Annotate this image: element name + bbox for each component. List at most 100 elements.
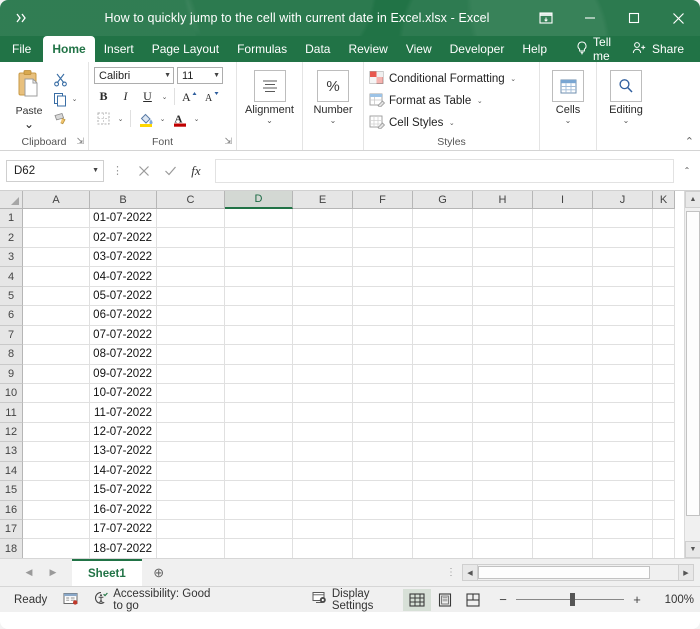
cell-F13[interactable] [353,442,413,461]
shrink-font-button[interactable]: A [202,87,221,106]
cell-E7[interactable] [293,326,353,345]
cell-D8[interactable] [225,345,293,364]
cell-B3[interactable]: 03-07-2022 [90,248,157,267]
cell-C11[interactable] [157,403,225,422]
cell-A18[interactable] [23,539,90,558]
horizontal-scroll-thumb[interactable] [478,566,650,579]
column-header-h[interactable]: H [473,191,533,209]
row-header-17[interactable]: 17 [0,520,23,539]
cell-E8[interactable] [293,345,353,364]
tab-help[interactable]: Help [513,36,556,62]
font-size-combo[interactable]: 11 ▼ [177,67,223,84]
tell-me-box[interactable]: Tell me [570,36,626,62]
column-header-i[interactable]: I [533,191,593,209]
cell-E15[interactable] [293,481,353,500]
format-as-table-caret[interactable]: ⌄ [475,97,484,105]
cell-J12[interactable] [593,423,653,442]
cell-J3[interactable] [593,248,653,267]
tab-formulas[interactable]: Formulas [228,36,296,62]
cell-B6[interactable]: 06-07-2022 [90,306,157,325]
cell-K13[interactable] [653,442,675,461]
cell-F4[interactable] [353,267,413,286]
cell-I9[interactable] [533,365,593,384]
cell-D16[interactable] [225,501,293,520]
cell-F12[interactable] [353,423,413,442]
cell-B18[interactable]: 18-07-2022 [90,539,157,558]
cell-A5[interactable] [23,287,90,306]
cell-H9[interactable] [473,365,533,384]
zoom-slider-track[interactable] [516,599,624,600]
fill-color-caret[interactable]: ⌄ [158,115,167,123]
cell-C6[interactable] [157,306,225,325]
tab-home[interactable]: Home [43,36,94,62]
row-header-16[interactable]: 16 [0,501,23,520]
cell-J7[interactable] [593,326,653,345]
cell-E18[interactable] [293,539,353,558]
cell-E2[interactable] [293,228,353,247]
cell-G16[interactable] [413,501,473,520]
cell-F8[interactable] [353,345,413,364]
number-button[interactable]: % Number ⌄ [307,67,359,125]
enter-check-icon[interactable] [157,160,183,182]
cell-I3[interactable] [533,248,593,267]
cell-H7[interactable] [473,326,533,345]
cell-J17[interactable] [593,520,653,539]
zoom-slider-thumb[interactable] [570,593,575,606]
cell-C5[interactable] [157,287,225,306]
row-header-1[interactable]: 1 [0,209,23,228]
scroll-left-arrow-icon[interactable]: ◀ [462,564,478,581]
cell-F7[interactable] [353,326,413,345]
cell-K14[interactable] [653,462,675,481]
cell-D6[interactable] [225,306,293,325]
cell-K7[interactable] [653,326,675,345]
font-color-caret[interactable]: ⌄ [192,115,201,123]
cell-K4[interactable] [653,267,675,286]
cell-A2[interactable] [23,228,90,247]
sheet-tab-sheet1[interactable]: Sheet1 [72,559,142,586]
cell-A10[interactable] [23,384,90,403]
split-handle[interactable]: ⋮ [446,567,456,578]
cell-H17[interactable] [473,520,533,539]
cancel-icon[interactable] [131,160,157,182]
cells-caret[interactable]: ⌄ [565,116,572,125]
cell-J18[interactable] [593,539,653,558]
fill-color-button[interactable] [136,109,155,128]
cell-A13[interactable] [23,442,90,461]
ribbon-display-options-icon[interactable] [524,0,568,36]
cell-A6[interactable] [23,306,90,325]
cell-B2[interactable]: 02-07-2022 [90,228,157,247]
cell-styles-button[interactable]: Cell Styles ⌄ [369,113,518,132]
page-layout-view-button[interactable] [431,589,459,611]
cell-J10[interactable] [593,384,653,403]
cell-I12[interactable] [533,423,593,442]
cell-F1[interactable] [353,209,413,228]
expand-formula-bar-icon[interactable]: ⌃ [680,166,694,175]
zoom-in-button[interactable]: + [631,592,643,607]
format-painter-button[interactable] [53,110,79,128]
cell-A7[interactable] [23,326,90,345]
page-break-preview-button[interactable] [459,589,487,611]
column-header-f[interactable]: F [353,191,413,209]
cell-H1[interactable] [473,209,533,228]
name-box[interactable]: D62 ▼ [6,160,104,182]
cell-B9[interactable]: 09-07-2022 [90,365,157,384]
column-header-a[interactable]: A [23,191,90,209]
cell-I5[interactable] [533,287,593,306]
cell-B12[interactable]: 12-07-2022 [90,423,157,442]
cell-E12[interactable] [293,423,353,442]
font-color-button[interactable]: A [170,109,189,128]
cell-G3[interactable] [413,248,473,267]
cell-H12[interactable] [473,423,533,442]
zoom-level-label[interactable]: 100% [650,594,694,606]
column-header-e[interactable]: E [293,191,353,209]
collapse-ribbon-button[interactable]: ⌃ [685,135,694,148]
cell-G5[interactable] [413,287,473,306]
cell-C15[interactable] [157,481,225,500]
cell-C8[interactable] [157,345,225,364]
cell-I13[interactable] [533,442,593,461]
cell-G4[interactable] [413,267,473,286]
row-header-13[interactable]: 13 [0,442,23,461]
cell-C17[interactable] [157,520,225,539]
cell-E1[interactable] [293,209,353,228]
cell-E14[interactable] [293,462,353,481]
